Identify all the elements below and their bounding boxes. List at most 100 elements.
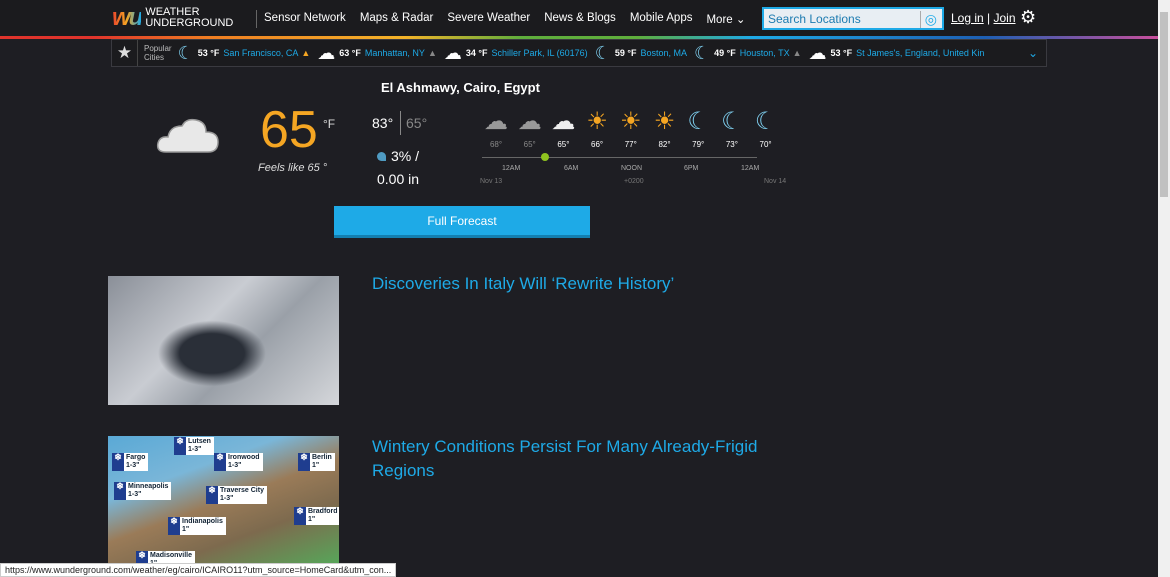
high-temp: 83° (372, 115, 394, 131)
hour-temp: 82° (658, 140, 671, 149)
moon-cloud-icon: ☾ (687, 108, 709, 135)
star-icon[interactable]: ★ (112, 40, 138, 66)
moon-icon: ☾ (693, 42, 711, 63)
article-title[interactable]: Discoveries In Italy Will ‘Rewrite Histo… (372, 274, 674, 294)
nav-mobile-apps[interactable]: Mobile Apps (630, 12, 693, 26)
gear-icon[interactable]: ⚙ (1020, 7, 1036, 28)
rain-icon: ☁ (317, 42, 336, 63)
chevron-down-icon: ⌄ (735, 14, 746, 26)
precip-chance: 3% / (377, 148, 419, 164)
snow-label: Indianapolis1" (168, 517, 226, 535)
hour-item: ☁ 65° (513, 107, 547, 149)
city-item[interactable]: ☾ 59 °F Boston, MA (595, 43, 687, 64)
hour-item: ☁ 65° (546, 107, 580, 149)
nav-sensor-network[interactable]: Sensor Network (264, 12, 346, 26)
nav-more[interactable]: More ⌄ (706, 12, 745, 26)
hour-item: ☾ 73° (715, 107, 749, 149)
hour-temp: 70° (759, 140, 772, 149)
nav-news-blogs[interactable]: News & Blogs (544, 12, 616, 26)
moon-icon: ☾ (754, 108, 777, 135)
snow-label: Berlin1" (298, 453, 335, 471)
date-end: Nov 14 (764, 178, 787, 185)
snow-label: Minneapolis1-3" (114, 482, 172, 500)
warning-icon: ▲ (427, 48, 437, 58)
wu-logo-mark: wu (112, 4, 143, 31)
hour-item: ☀ 82° (648, 107, 682, 149)
auth-links: Log in | Join (951, 11, 1016, 25)
hour-temp: 65° (523, 140, 536, 149)
city-item[interactable]: ☁ 34 °F Schiller Park, IL (60176) (444, 43, 588, 64)
hour-item: ☾ 70° (749, 107, 783, 149)
search-input[interactable] (764, 11, 916, 26)
hour-item: ☁ 68° (479, 107, 513, 149)
sun-icon: ☀ (620, 108, 642, 135)
cloud-icon: ☁ (551, 108, 576, 135)
feels-like: Feels like 65 ° (258, 162, 328, 174)
header: wu WEATHER UNDERGROUND Sensor Network Map… (0, 0, 1158, 36)
snow-label: Ironwood1-3" (214, 453, 263, 471)
hour-temp: 66° (591, 140, 604, 149)
timeline (482, 157, 757, 158)
warning-icon: ▲ (301, 48, 311, 58)
login-link[interactable]: Log in (951, 11, 984, 25)
hour-temp: 73° (725, 140, 738, 149)
popular-cities-bar: ★ Popular Cities ☾ 53 °F San Francisco, CA ▲… (111, 39, 1047, 67)
hour-temp: 68° (489, 140, 503, 149)
search-box: ◎ (762, 7, 944, 30)
location-target-icon[interactable]: ◎ (919, 11, 937, 28)
hour-item: ☀ 66° (580, 107, 614, 149)
scrollbar-thumb[interactable] (1160, 12, 1168, 197)
city-item[interactable]: ☾ 49 °F Houston, TX ▲ (694, 43, 802, 64)
chevron-down-icon[interactable]: ⌄ (1028, 46, 1038, 60)
article-image[interactable] (108, 276, 339, 405)
article-image-snow-map[interactable]: Lutsen1-3" Fargo1-3" Ironwood1-3" Berlin1" M… (108, 436, 339, 566)
warning-icon: ▲ (792, 48, 802, 58)
city-item[interactable]: ☁ 63 °F Manhattan, NY ▲ (317, 43, 437, 64)
snow-label: Bradford1" (294, 507, 339, 525)
logo[interactable]: wu WEATHER UNDERGROUND (112, 4, 233, 32)
nav-severe-weather[interactable]: Severe Weather (447, 12, 530, 26)
location-title: El Ashmawy, Cairo, Egypt (381, 80, 540, 95)
moon-icon: ☾ (721, 108, 743, 135)
snow-label: Lutsen1-3" (174, 437, 214, 455)
city-item[interactable]: ☾ 53 °F San Francisco, CA ▲ (178, 43, 311, 64)
tick-label: NOON (621, 165, 642, 172)
cloudy-night-icon: ☁ (484, 108, 508, 135)
current-time-marker (541, 153, 549, 161)
sun-icon: ☀ (586, 108, 608, 135)
main-nav: Sensor Network Maps & Radar Severe Weath… (264, 12, 746, 26)
popular-cities-label: Popular Cities (144, 44, 172, 62)
timezone: +0200 (624, 178, 644, 185)
low-temp: 65° (400, 111, 427, 135)
city-item[interactable]: ☁ 53 °F St James's, England, United Kin (809, 43, 985, 64)
raindrop-icon (377, 152, 386, 161)
hour-item: ☾ 79° (681, 107, 715, 149)
temp-unit[interactable]: °F (323, 117, 335, 131)
precip-amount: 0.00 in (377, 171, 420, 187)
current-temp: 65 (260, 101, 318, 159)
full-forecast-button[interactable]: Full Forecast (334, 206, 590, 238)
logo-text: WEATHER UNDERGROUND (145, 6, 234, 29)
snow-label: Fargo1-3" (112, 453, 149, 471)
status-bar-url: https://www.wunderground.com/weather/eg/… (0, 563, 397, 577)
divider (256, 10, 257, 28)
tick-label: 6AM (564, 165, 579, 172)
hour-temp: 79° (692, 140, 705, 149)
hourly-forecast: ☁ 68° ☁ 65° ☁ 65° ☀ 66° ☀ 77° ☀ 82° ☾ 79° ☾ 73° ☾ 70° 12A… (479, 107, 789, 192)
hour-temp: 77° (624, 140, 637, 149)
tick-label: 12AM (502, 165, 521, 172)
hour-temp: 65° (557, 140, 570, 149)
cloud-icon (156, 118, 219, 153)
tick-label: 12AM (741, 165, 760, 172)
join-link[interactable]: Join (994, 11, 1016, 25)
snow-label: Traverse City1-3" (206, 486, 267, 504)
moon-cloud-icon: ☾ (594, 42, 611, 63)
nav-maps-radar[interactable]: Maps & Radar (360, 12, 434, 26)
cloudy-night-icon: ☁ (517, 108, 542, 135)
tick-label: 6PM (684, 165, 699, 172)
hour-item: ☀ 77° (614, 107, 648, 149)
cloud-icon: ☁ (443, 42, 462, 63)
article-title[interactable]: Wintery Conditions Persist For Many Alre… (372, 435, 792, 483)
cloud-icon: ☁ (808, 42, 827, 63)
date-start: Nov 13 (480, 178, 503, 185)
